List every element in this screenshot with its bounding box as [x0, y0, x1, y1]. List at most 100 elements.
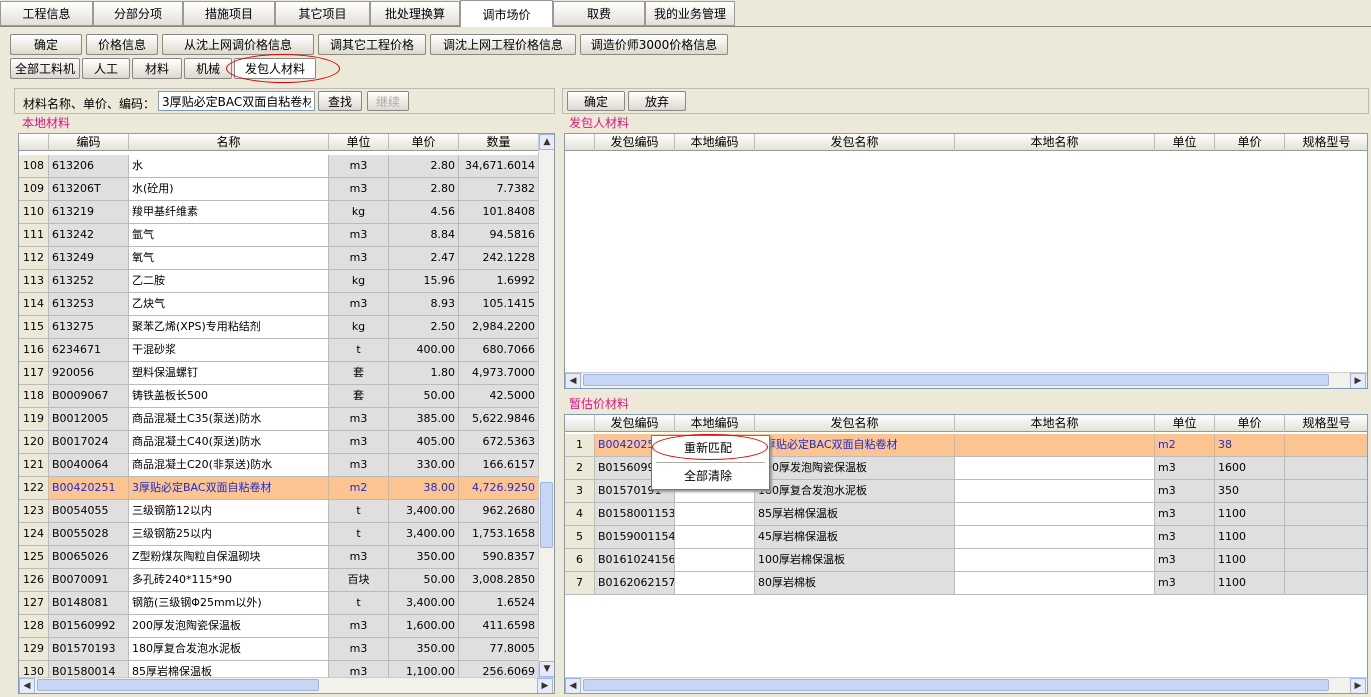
- cell-unit: m3: [329, 408, 389, 431]
- col-owner-name[interactable]: 发包名称: [755, 134, 955, 151]
- table-row[interactable]: 118 B0009067 铸铁盖板长500 套 50.00 42.5000: [19, 385, 539, 408]
- menu-item-clear-all[interactable]: 全部清除: [652, 465, 769, 487]
- table-row[interactable]: 114 613253 乙炔气 m3 8.93 105.1415: [19, 293, 539, 316]
- table-row[interactable]: 122 B00420251 3厚贴必定BAC双面自粘卷材 m2 38.00 4,726.9…: [19, 477, 539, 500]
- scroll-thumb[interactable]: [540, 482, 553, 548]
- col-qty[interactable]: 数量: [459, 134, 539, 151]
- scroll-down-icon[interactable]: ▼: [539, 661, 554, 677]
- col-local-code[interactable]: 本地编码: [675, 134, 755, 151]
- scroll-right-icon[interactable]: ▶: [537, 678, 553, 693]
- cell-unit: m3: [1155, 526, 1215, 549]
- hscroll-thumb[interactable]: [37, 679, 319, 691]
- search-input[interactable]: [158, 91, 315, 111]
- col-unit[interactable]: 单位: [1155, 415, 1215, 432]
- table-row[interactable]: 126 B0070091 多孔砖240*115*90 百块 50.00 3,008.285…: [19, 569, 539, 592]
- table-row[interactable]: 127 B0148081 钢筋(三级钢Φ25mm以外) t 3,400.00 1.6524: [19, 592, 539, 615]
- col-price[interactable]: 单价: [1215, 415, 1285, 432]
- cell-n: 109: [19, 178, 49, 201]
- cell-price: 2.80: [389, 155, 459, 178]
- table-row[interactable]: 128 B01560992 200厚发泡陶瓷保温板 m3 1,600.00 411.659…: [19, 615, 539, 638]
- col-name[interactable]: 名称: [129, 134, 329, 151]
- cell-name: 45厚岩棉保温板: [755, 526, 955, 549]
- col-spec[interactable]: 规格型号: [1285, 415, 1367, 432]
- cell-n: 3: [565, 480, 595, 503]
- table-row[interactable]: 124 B0055028 三级钢筋25以内 t 3,400.00 1,753.1658: [19, 523, 539, 546]
- table-row[interactable]: 129 B01570193 180厚复合发泡水泥板 m3 350.00 77.8005: [19, 638, 539, 661]
- local-vscroll[interactable]: ▲ ▼: [538, 134, 554, 677]
- tab-market-price[interactable]: 调市场价: [460, 0, 553, 27]
- tab-my-business[interactable]: 我的业务管理: [645, 1, 735, 26]
- col-spec[interactable]: 规格型号: [1285, 134, 1367, 151]
- table-row[interactable]: 125 B0065026 Z型粉煤灰陶粒自保温砌块 m3 350.00 590.8357: [19, 546, 539, 569]
- table-row[interactable]: 115 613275 聚苯乙烯(XPS)专用粘结剂 kg 2.50 2,984.2200: [19, 316, 539, 339]
- cell-price: 330.00: [389, 454, 459, 477]
- tab-sections[interactable]: 分部分项: [93, 1, 183, 26]
- table-row[interactable]: 116 6234671 干混砂浆 t 400.00 680.7066: [19, 339, 539, 362]
- tab-batch[interactable]: 批处理换算: [370, 1, 460, 26]
- col-owner-code[interactable]: 发包编码: [595, 134, 675, 151]
- table-row[interactable]: 117 920056 塑料保温螺钉套 1.80 4,973.7000: [19, 362, 539, 385]
- tab-measures[interactable]: 措施项目: [183, 1, 275, 26]
- tab-fees[interactable]: 取费: [553, 1, 645, 26]
- table-row[interactable]: 109 613206T 水(砼用) m3 2.80 7.7382: [19, 178, 539, 201]
- col-owner-name[interactable]: 发包名称: [755, 415, 955, 432]
- col-price[interactable]: 单价: [1215, 134, 1285, 151]
- hscroll-thumb[interactable]: [583, 679, 1329, 691]
- scroll-left-icon[interactable]: ◀: [565, 373, 581, 388]
- subtab-machinery[interactable]: 机械: [184, 58, 232, 79]
- cost-engineer-price-button[interactable]: 调造价师3000价格信息: [580, 34, 728, 55]
- cell-code: B01570193: [49, 638, 129, 661]
- owner-hscroll[interactable]: ◀ ▶: [565, 372, 1367, 388]
- other-project-price-button[interactable]: 调其它工程价格: [318, 34, 426, 55]
- col-code[interactable]: 编码: [49, 134, 129, 151]
- table-row[interactable]: 112 613249 氧气 m3 2.47 242.1228: [19, 247, 539, 270]
- col-owner-code[interactable]: 发包编码: [595, 415, 675, 432]
- table-row[interactable]: 120 B0017024 商品混凝土C40(泵送)防水 m3 405.00 672.536…: [19, 431, 539, 454]
- cell-code: 613206T: [49, 178, 129, 201]
- tab-project-info[interactable]: 工程信息: [0, 1, 93, 26]
- shenshang-project-price-button[interactable]: 调沈上网工程价格信息: [430, 34, 576, 55]
- find-button[interactable]: 查找: [318, 91, 362, 111]
- cell-name: 水(砼用): [129, 178, 329, 201]
- table-row[interactable]: 5 B0159001154 45厚岩棉保温板 m3 1100: [565, 526, 1367, 549]
- price-info-button[interactable]: 价格信息: [86, 34, 158, 55]
- scroll-up-icon[interactable]: ▲: [539, 134, 554, 150]
- table-row[interactable]: 121 B0040064 商品混凝土C20(非泵送)防水 m3 330.00 166.61…: [19, 454, 539, 477]
- col-unit[interactable]: 单位: [329, 134, 389, 151]
- tab-other-items[interactable]: 其它项目: [275, 1, 370, 26]
- table-row[interactable]: 113 613252 乙二胺 kg 15.96 1.6992: [19, 270, 539, 293]
- table-row[interactable]: 4 B0158001153 85厚岩棉保温板 m3 1100: [565, 503, 1367, 526]
- table-row[interactable]: 111 613242 氩气 m3 8.84 94.5816: [19, 224, 539, 247]
- subtab-materials[interactable]: 材料: [132, 58, 182, 79]
- scroll-left-icon[interactable]: ◀: [19, 678, 35, 693]
- col-local-name[interactable]: 本地名称: [955, 134, 1155, 151]
- table-row[interactable]: 6 B0161024156 100厚岩棉保温板 m3 1100: [565, 549, 1367, 572]
- hscroll-thumb[interactable]: [583, 374, 1329, 386]
- local-hscroll[interactable]: ◀ ▶: [19, 677, 554, 693]
- col-unit[interactable]: 单位: [1155, 134, 1215, 151]
- col-local-code[interactable]: 本地编码: [675, 415, 755, 432]
- cell-unit: m3: [1155, 549, 1215, 572]
- table-row[interactable]: 7 B0162062157 80厚岩棉板 m3 1100: [565, 572, 1367, 595]
- table-row[interactable]: 119 B0012005 商品混凝土C35(泵送)防水 m3 385.00 5,622.9…: [19, 408, 539, 431]
- col-price[interactable]: 单价: [389, 134, 459, 151]
- scroll-right-icon[interactable]: ▶: [1350, 373, 1366, 388]
- cell-code: B0040064: [49, 454, 129, 477]
- cell-local: [675, 572, 755, 595]
- subtab-all[interactable]: 全部工料机: [10, 58, 80, 79]
- temp-hscroll[interactable]: ◀ ▶: [565, 677, 1367, 693]
- table-row[interactable]: 123 B0054055 三级钢筋12以内 t 3,400.00 962.2680: [19, 500, 539, 523]
- col-local-name[interactable]: 本地名称: [955, 415, 1155, 432]
- subtab-labor[interactable]: 人工: [82, 58, 130, 79]
- confirm-button[interactable]: 确定: [10, 34, 82, 55]
- cell-qty: 672.5363: [459, 431, 539, 454]
- table-row[interactable]: 108 613206 水 m3 2.80 34,671.6014: [19, 155, 539, 178]
- scroll-left-icon[interactable]: ◀: [565, 678, 581, 693]
- cell-unit: m3: [1155, 572, 1215, 595]
- right-confirm-button[interactable]: 确定: [567, 91, 625, 111]
- right-cancel-button[interactable]: 放弃: [628, 91, 686, 111]
- shenshang-price-button[interactable]: 从沈上网调价格信息: [162, 34, 314, 55]
- scroll-right-icon[interactable]: ▶: [1350, 678, 1366, 693]
- cell-price: 385.00: [389, 408, 459, 431]
- table-row[interactable]: 110 613219 羧甲基纤维素 kg 4.56 101.8408: [19, 201, 539, 224]
